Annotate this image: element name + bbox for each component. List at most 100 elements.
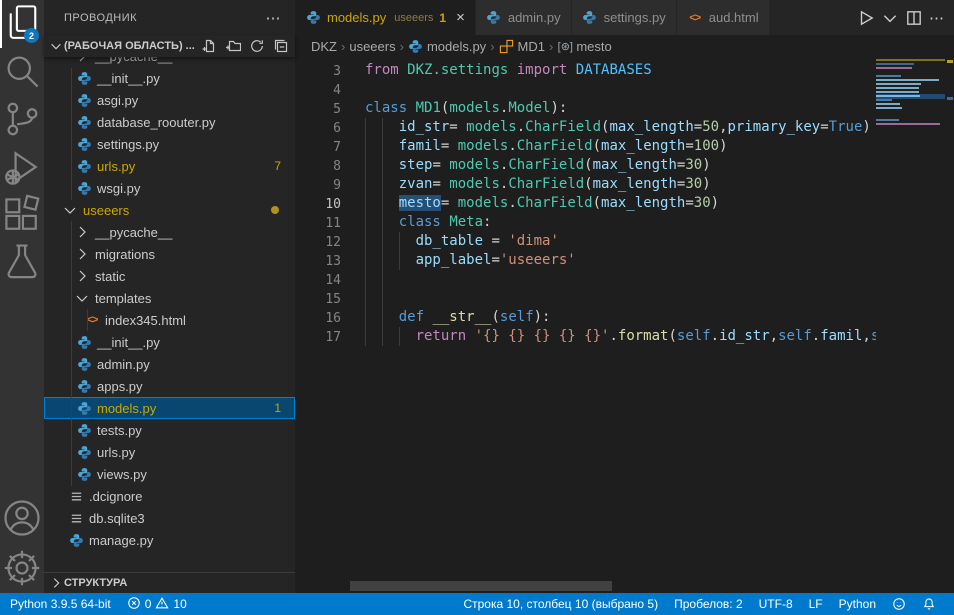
tree-item-asgi.py[interactable]: asgi.py [44, 89, 295, 111]
tree-item-templates[interactable]: templates [44, 287, 295, 309]
code-token: Model [508, 100, 550, 116]
breadcrumb-label: useeers [349, 39, 395, 54]
tree-item-settings.py[interactable]: settings.py [44, 133, 295, 155]
code-token: CharField [517, 195, 593, 211]
horizontal-scrollbar[interactable] [350, 581, 612, 591]
file-tree: __pycache____init__.pyasgi.pydatabase_ro… [44, 57, 295, 572]
status-right: Строка 10, столбец 10 (выбрано 5) Пробел… [463, 593, 944, 615]
workspace-section-header[interactable]: (РАБОЧАЯ ОБЛАСТЬ) ... [44, 35, 295, 57]
new-folder-icon[interactable] [225, 38, 241, 54]
refresh-icon[interactable] [249, 38, 265, 54]
close-icon[interactable]: × [456, 10, 465, 25]
tree-item-urls.py[interactable]: urls.py [44, 441, 295, 463]
chevron-down-icon[interactable] [881, 9, 899, 27]
python-icon [76, 180, 92, 196]
tree-item-.dcignore[interactable]: .dcignore [44, 485, 295, 507]
tree-item-db.sqlite3[interactable]: db.sqlite3 [44, 507, 295, 529]
tree-item-__init__.py[interactable]: __init__.py [44, 331, 295, 353]
status-cursor-position[interactable]: Строка 10, столбец 10 (выбрано 5) [463, 593, 666, 615]
tree-item-label: models.py [97, 401, 156, 416]
code-token: models [458, 138, 509, 154]
activity-item-account[interactable] [0, 497, 44, 545]
indent-guide [365, 327, 366, 346]
code-token [407, 100, 415, 116]
tree-item-index345.html[interactable]: <>index345.html [44, 309, 295, 331]
code-token: max_length [601, 138, 685, 154]
status-eol[interactable]: LF [801, 593, 831, 615]
activity-item-search[interactable] [0, 48, 44, 96]
code-token: self [778, 328, 812, 344]
breadcrumb-separator: › [490, 39, 494, 54]
tree-item-database_roouter.py[interactable]: database_roouter.py [44, 111, 295, 133]
outline-section-header[interactable]: СТРУКТУРА [44, 572, 295, 593]
breadcrumb-item-MD1[interactable]: MD1 [499, 38, 545, 54]
bell-icon[interactable] [914, 593, 944, 615]
feedback-icon[interactable] [884, 593, 914, 615]
activity-item-testing[interactable] [0, 240, 44, 288]
code-token: Meta [449, 214, 483, 230]
collapse-all-icon[interactable] [273, 38, 289, 54]
tree-item-__init__.py[interactable]: __init__.py [44, 67, 295, 89]
code-token: CharField [508, 176, 584, 192]
minimap-line [876, 95, 920, 97]
status-indentation[interactable]: Пробелов: 2 [666, 593, 751, 615]
tab-settings.py[interactable]: settings.py [572, 0, 677, 35]
run-debug-icon [0, 145, 44, 192]
tree-item-__pycache__[interactable]: __pycache__ [44, 57, 295, 67]
activity-item-source-control[interactable] [0, 96, 44, 144]
more-actions-icon[interactable]: ⋯ [929, 9, 944, 27]
file-icon [68, 510, 84, 526]
code-token: max_length [593, 176, 677, 192]
status-python-version[interactable]: Python 3.9.5 64-bit [10, 593, 119, 615]
more-actions-icon[interactable]: ⋯ [266, 9, 282, 27]
activity-item-files[interactable]: 2 [0, 0, 44, 48]
tree-item-admin.py[interactable]: admin.py [44, 353, 295, 375]
breadcrumb-item-useeers[interactable]: useeers [349, 39, 395, 54]
tree-item-label: static [95, 269, 125, 284]
status-problems[interactable]: 0 10 [119, 593, 195, 615]
split-editor-icon[interactable] [905, 9, 923, 27]
tree-item-wsgi.py[interactable]: wsgi.py [44, 177, 295, 199]
breadcrumb-item-mesto[interactable]: [⊛]mesto [557, 38, 611, 54]
activity-item-run-debug[interactable] [0, 144, 44, 192]
tree-item-static[interactable]: static [44, 265, 295, 287]
minimap-line [876, 87, 919, 89]
breadcrumb-label: MD1 [518, 39, 545, 54]
minimap-line [876, 63, 914, 65]
code-token: , [862, 328, 870, 344]
main-area: 2 ПРОВОДНИК ⋯ (РАБОЧАЯ ОБЛАСТЬ) ... __py… [0, 0, 954, 593]
code-token [399, 62, 407, 78]
tab-admin.py[interactable]: admin.py [476, 0, 572, 35]
code-token: ) [719, 138, 727, 154]
status-language-mode[interactable]: Python [831, 593, 884, 615]
activity-item-extensions[interactable] [0, 192, 44, 240]
minimap-line [876, 107, 902, 109]
code-token: app_label [416, 252, 492, 268]
tree-item-views.py[interactable]: views.py [44, 463, 295, 485]
tab-label: settings.py [604, 10, 666, 25]
breadcrumb-item-DKZ[interactable]: DKZ [311, 39, 337, 54]
minimap[interactable] [876, 57, 945, 593]
tab-models.py[interactable]: models.pyuseeers1× [295, 0, 476, 35]
code-editor[interactable]: 3from DKZ.settings import DATABASES45cla… [295, 57, 954, 593]
tab-aud.html[interactable]: <>aud.html [677, 0, 770, 35]
new-file-icon[interactable] [201, 38, 217, 54]
run-icon[interactable] [857, 9, 875, 27]
tree-item-__pycache__[interactable]: __pycache__ [44, 221, 295, 243]
python-icon [76, 400, 92, 416]
code-token: return [416, 328, 467, 344]
python-icon [76, 114, 92, 130]
tree-item-manage.py[interactable]: manage.py [44, 529, 295, 551]
breadcrumb-item-models.py[interactable]: models.py [408, 38, 486, 54]
tree-item-useeers[interactable]: useeers [44, 199, 295, 221]
tree-item-tests.py[interactable]: tests.py [44, 419, 295, 441]
tree-item-migrations[interactable]: migrations [44, 243, 295, 265]
tree-item-models.py[interactable]: models.py1 [44, 397, 295, 419]
python-icon [68, 532, 84, 548]
tree-item-apps.py[interactable]: apps.py [44, 375, 295, 397]
code-token: __str__ [432, 309, 491, 325]
tree-item-urls.py[interactable]: urls.py7 [44, 155, 295, 177]
activity-item-settings-gear[interactable] [0, 545, 44, 593]
status-encoding[interactable]: UTF-8 [751, 593, 801, 615]
code-token: ) [702, 157, 710, 173]
